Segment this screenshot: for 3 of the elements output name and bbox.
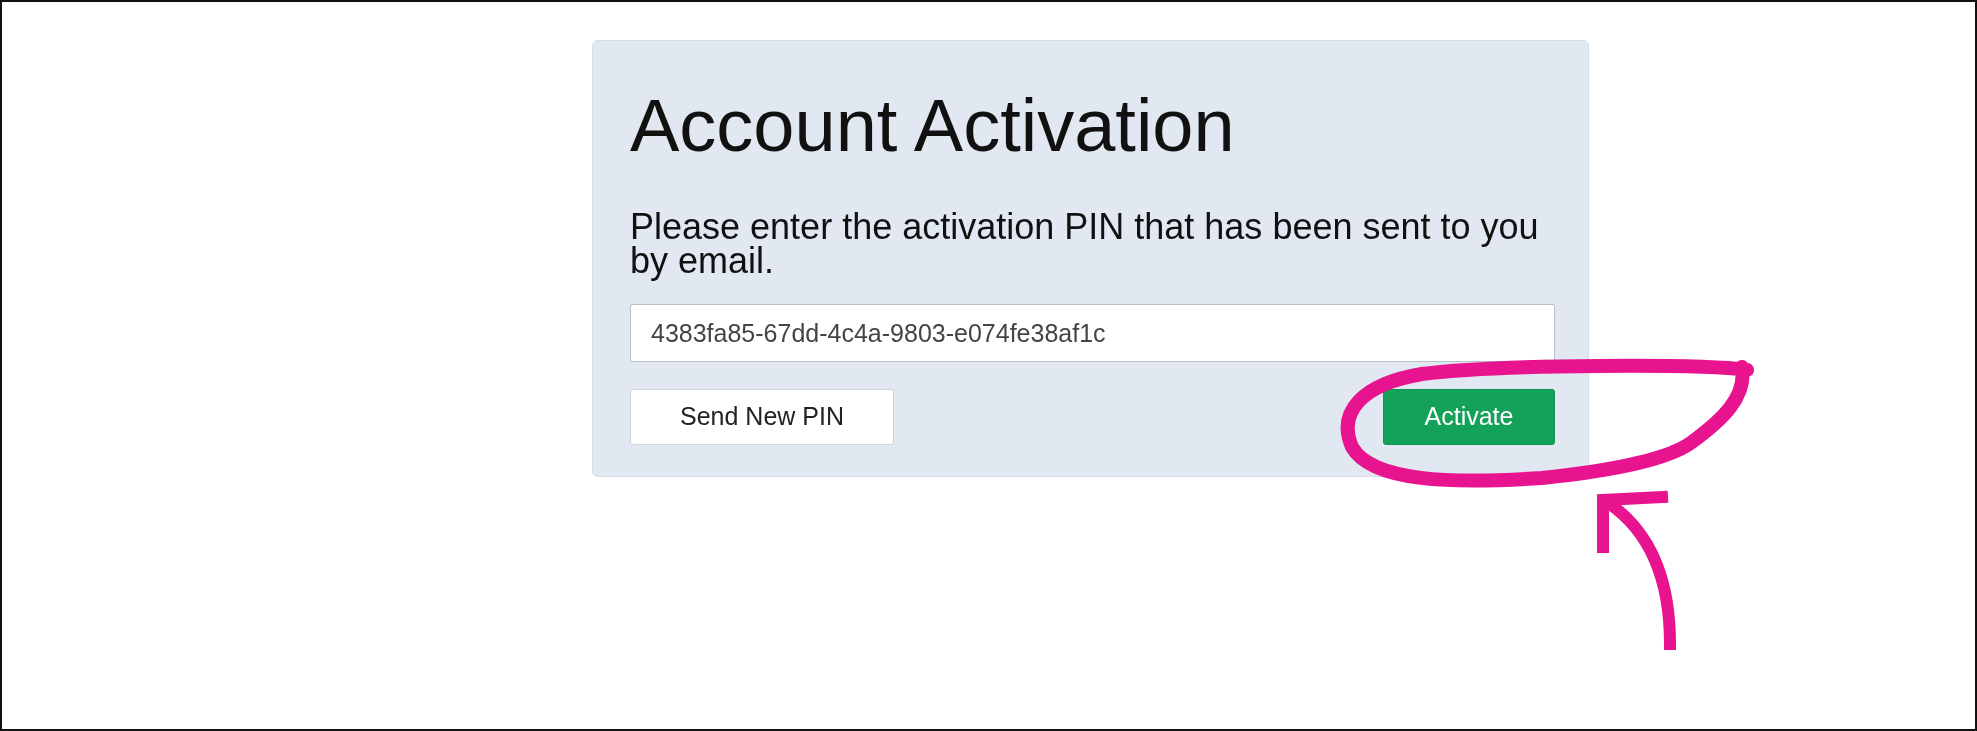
page-title: Account Activation [630, 89, 1236, 163]
pin-field[interactable]: 4383fa85-67dd-4c4a-9803-e074fe38af1c [630, 304, 1555, 362]
send-pin-button[interactable]: Send New PIN [630, 389, 894, 445]
